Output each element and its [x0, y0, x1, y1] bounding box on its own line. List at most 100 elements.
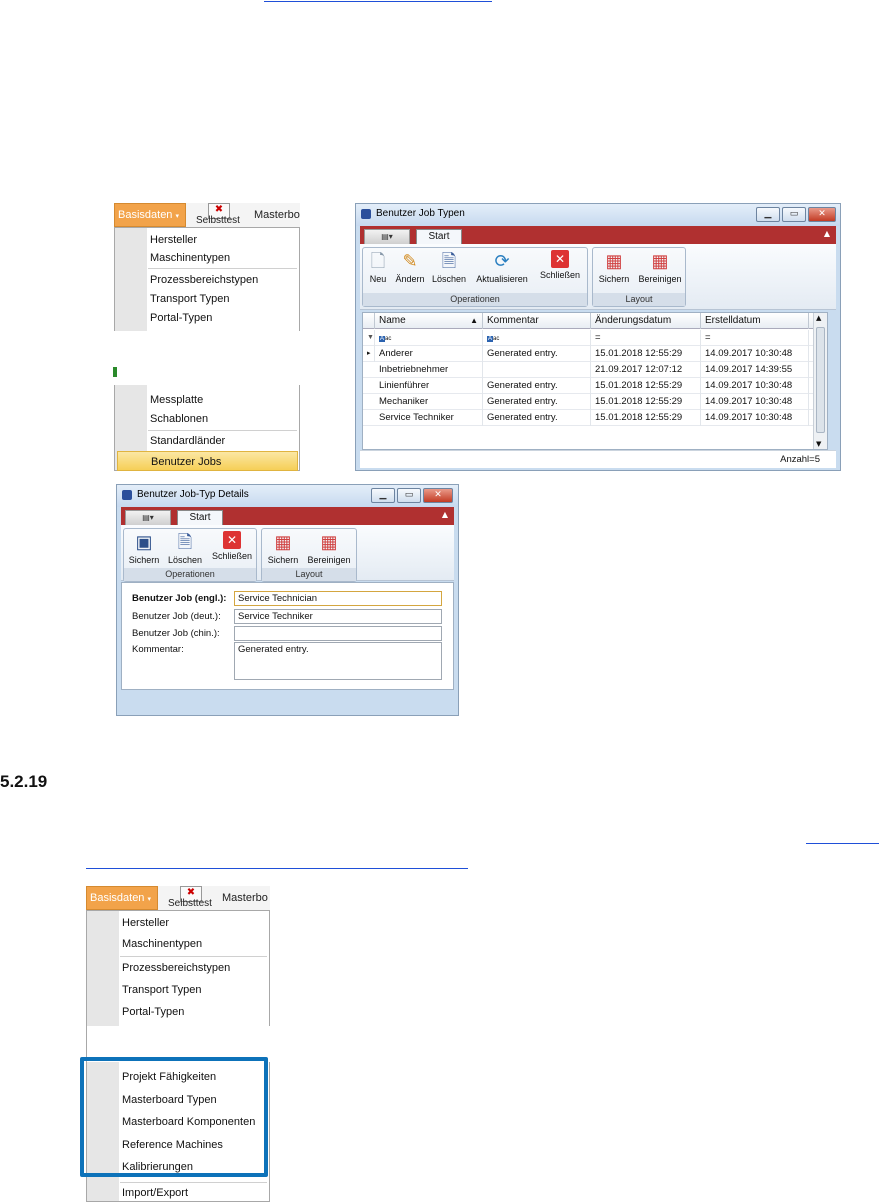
- menu-item-maschinentypen[interactable]: Maschinentypen: [148, 248, 298, 268]
- menu-item-prozessbereichstypen[interactable]: Prozessbereichstypen: [120, 958, 268, 978]
- collapse-ribbon-icon[interactable]: ▲: [824, 229, 830, 238]
- title-bar: Benutzer Job-Typ Details ▁ ▭ ✕: [117, 485, 458, 507]
- schliessen-button[interactable]: ✕ Schließen: [535, 250, 585, 280]
- vertical-scrollbar[interactable]: ▲ ▼: [813, 313, 827, 449]
- cell-name[interactable]: Service Techniker: [375, 410, 483, 426]
- menu-item-prozessbereichstypen[interactable]: Prozessbereichstypen: [148, 270, 298, 290]
- cell-aenderungsdatum[interactable]: 15.01.2018 12:55:29: [591, 346, 701, 362]
- schliessen-button[interactable]: ✕ Schließen: [208, 531, 256, 561]
- table-row[interactable]: Linienführer Generated entry. 15.01.2018…: [363, 378, 813, 394]
- masterboard-tab-label[interactable]: Masterbo: [254, 209, 300, 221]
- cell-aenderungsdatum[interactable]: 15.01.2018 12:55:29: [591, 378, 701, 394]
- scroll-up-icon[interactable]: ▲: [816, 314, 821, 322]
- column-header-erstelldatum[interactable]: Erstelldatum: [701, 313, 809, 329]
- cell-aenderungsdatum[interactable]: 15.01.2018 12:55:29: [591, 394, 701, 410]
- menu-item-standardlaender[interactable]: Standardländer: [148, 431, 298, 451]
- menu-item-transport-typen[interactable]: Transport Typen: [120, 980, 268, 1000]
- menu-item-messplatte[interactable]: Messplatte: [148, 390, 298, 410]
- table-row[interactable]: Mechaniker Generated entry. 15.01.2018 1…: [363, 394, 813, 410]
- menu-item-transport-typen[interactable]: Transport Typen: [148, 289, 298, 309]
- input-benutzer-job-engl[interactable]: Service Technician: [234, 591, 442, 606]
- cell-name[interactable]: Mechaniker: [375, 394, 483, 410]
- cell-kommentar[interactable]: Generated entry.: [483, 410, 591, 426]
- cell-aenderungsdatum[interactable]: 15.01.2018 12:55:29: [591, 410, 701, 426]
- cell-aenderungsdatum[interactable]: 21.09.2017 12:07:12: [591, 362, 701, 378]
- menu-item-portal-typen[interactable]: Portal-Typen: [120, 1002, 268, 1022]
- cell-kommentar[interactable]: Generated entry.: [483, 346, 591, 362]
- menu-item-import-export[interactable]: Import/Export: [120, 1183, 268, 1203]
- neu-button[interactable]: 🗋 Neu: [365, 250, 391, 284]
- quick-access-toolbar[interactable]: ▤▾: [125, 510, 171, 525]
- input-benutzer-job-chin[interactable]: [234, 626, 442, 641]
- minimize-icon[interactable]: ▁: [756, 207, 780, 222]
- details-form: Benutzer Job (engl.): Service Technician…: [121, 582, 454, 690]
- table-row[interactable]: Service Techniker Generated entry. 15.01…: [363, 410, 813, 426]
- label-benutzer-job-chin: Benutzer Job (chin.):: [132, 628, 220, 639]
- scroll-down-icon[interactable]: ▼: [816, 440, 821, 448]
- hyperlink-underline-right[interactable]: [806, 843, 879, 844]
- input-benutzer-job-deut[interactable]: Service Techniker: [234, 609, 442, 624]
- dropdown-arrow-icon: ▾: [147, 896, 151, 903]
- cell-erstelldatum[interactable]: 14.09.2017 14:39:55: [701, 362, 809, 378]
- loeschen-button[interactable]: 🗎 Löschen: [164, 531, 206, 565]
- cell-erstelldatum[interactable]: 14.09.2017 10:30:48: [701, 394, 809, 410]
- menu-item-hersteller[interactable]: Hersteller: [148, 230, 298, 250]
- layout-sichern-button[interactable]: ▦ Sichern: [595, 250, 633, 284]
- ribbon-tab-bar: ▤▾ Start ▲: [121, 507, 454, 525]
- cell-name[interactable]: Inbetriebnehmer: [375, 362, 483, 378]
- menu-item-portal-typen[interactable]: Portal-Typen: [148, 308, 298, 328]
- aendern-button[interactable]: ✎ Ändern: [393, 250, 427, 284]
- menu-item-hersteller[interactable]: Hersteller: [120, 913, 268, 933]
- filter-text-name-icon[interactable]: Aac: [375, 330, 483, 346]
- menu-item-maschinentypen[interactable]: Maschinentypen: [120, 934, 268, 954]
- filter-aenderungsdatum[interactable]: =: [591, 330, 701, 346]
- table-row[interactable]: ▸ Anderer Generated entry. 15.01.2018 12…: [363, 346, 813, 362]
- menu-item-benutzer-jobs[interactable]: Benutzer Jobs: [117, 451, 298, 471]
- cell-kommentar[interactable]: [483, 362, 591, 378]
- layout-bereinigen-button[interactable]: ▦ Bereinigen: [304, 531, 354, 565]
- filter-erstelldatum[interactable]: =: [701, 330, 809, 346]
- column-header-kommentar[interactable]: Kommentar: [483, 313, 591, 329]
- close-icon[interactable]: ✕: [423, 488, 453, 503]
- label-benutzer-job-deut: Benutzer Job (deut.):: [132, 611, 221, 622]
- aktualisieren-button[interactable]: ⟳ Aktualisieren: [471, 250, 533, 284]
- tab-start[interactable]: Start: [177, 510, 223, 525]
- basisdaten-button[interactable]: Basisdaten ▾: [86, 886, 158, 910]
- column-header-aenderungsdatum[interactable]: Änderungsdatum: [591, 313, 701, 329]
- collapse-ribbon-icon[interactable]: ▲: [442, 510, 448, 519]
- selbsttest-label: Selbsttest: [196, 215, 240, 225]
- column-header-name[interactable]: Name ▲: [375, 313, 483, 329]
- highlight-box: [80, 1057, 268, 1177]
- scroll-thumb[interactable]: [816, 327, 825, 433]
- masterboard-tab-label[interactable]: Masterbo: [222, 892, 270, 904]
- menu-item-schablonen[interactable]: Schablonen: [148, 409, 298, 429]
- cell-erstelldatum[interactable]: 14.09.2017 10:30:48: [701, 346, 809, 362]
- filter-text-kommentar-icon[interactable]: Aac: [483, 330, 591, 346]
- selbsttest-label: Selbsttest: [168, 898, 212, 908]
- table-row[interactable]: Inbetriebnehmer 21.09.2017 12:07:12 14.0…: [363, 362, 813, 378]
- cell-kommentar[interactable]: Generated entry.: [483, 394, 591, 410]
- maximize-icon[interactable]: ▭: [397, 488, 421, 503]
- maximize-icon[interactable]: ▭: [782, 207, 806, 222]
- app-icon: [122, 490, 132, 500]
- refresh-icon: ⟳: [494, 251, 510, 271]
- cell-name[interactable]: Linienführer: [375, 378, 483, 394]
- hyperlink-underline-top[interactable]: [264, 1, 492, 2]
- close-icon[interactable]: ✕: [808, 207, 836, 222]
- layout-sichern-button[interactable]: ▦ Sichern: [264, 531, 302, 565]
- loeschen-button[interactable]: 🗎 Löschen: [429, 250, 469, 284]
- menu-list: Hersteller Maschinentypen Prozessbereich…: [103, 227, 301, 471]
- cell-erstelldatum[interactable]: 14.09.2017 10:30:48: [701, 410, 809, 426]
- basisdaten-button[interactable]: Basisdaten ▾: [114, 203, 186, 227]
- input-kommentar[interactable]: Generated entry.: [234, 642, 442, 680]
- minimize-icon[interactable]: ▁: [371, 488, 395, 503]
- quick-access-toolbar[interactable]: ▤▾: [364, 229, 410, 244]
- cell-name[interactable]: Anderer: [375, 346, 483, 362]
- tab-start[interactable]: Start: [416, 229, 462, 244]
- filter-row[interactable]: ▼ Aac Aac = =: [363, 330, 813, 346]
- cell-erstelldatum[interactable]: 14.09.2017 10:30:48: [701, 378, 809, 394]
- hyperlink-underline-second[interactable]: [86, 868, 468, 869]
- layout-bereinigen-button[interactable]: ▦ Bereinigen: [635, 250, 685, 284]
- sichern-button[interactable]: ▣ Sichern: [126, 531, 162, 565]
- cell-kommentar[interactable]: Generated entry.: [483, 378, 591, 394]
